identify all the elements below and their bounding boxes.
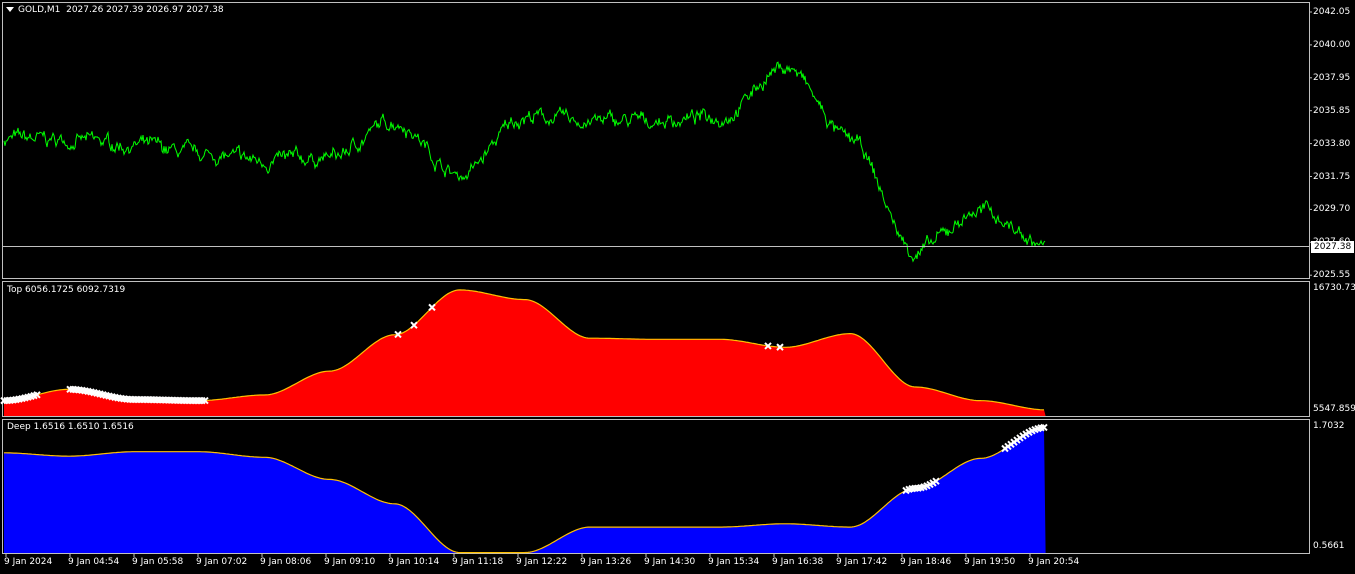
symbol-label: GOLD,M1 (18, 5, 61, 15)
top-panel-label: Top 6056.1725 6092.7319 (7, 285, 126, 295)
time-axis-label: 9 Jan 19:50 (964, 557, 1016, 567)
time-axis-label: 9 Jan 14:30 (644, 557, 696, 567)
main-panel-frame (2, 2, 1310, 279)
time-axis-label: 9 Jan 18:46 (900, 557, 952, 567)
time-axis-label: 9 Jan 08:06 (260, 557, 312, 567)
time-axis-label: 9 Jan 05:58 (132, 557, 184, 567)
time-axis-label: 9 Jan 2024 (4, 557, 53, 567)
time-axis-label: 9 Jan 10:14 (388, 557, 440, 567)
time-axis-label: 9 Jan 04:54 (68, 557, 120, 567)
deep-min-label: 0.5661 (1313, 541, 1345, 551)
top-max-label: 16730.737 (1313, 283, 1355, 293)
price-axis-label: 2033.80 (1313, 138, 1351, 149)
deep-max-label: 1.7032 (1313, 421, 1345, 431)
time-axis-label: 9 Jan 20:54 (1028, 557, 1080, 567)
time-axis-label: 9 Jan 11:18 (452, 557, 504, 567)
time-axis-label: 9 Jan 16:38 (772, 557, 824, 567)
price-axis-label: 2035.85 (1313, 105, 1351, 116)
price-axis-label: 2029.70 (1313, 204, 1351, 215)
trading-chart[interactable] (0, 0, 1355, 574)
time-axis-label: 9 Jan 17:42 (836, 557, 888, 567)
gold-price-line (3, 61, 1046, 263)
ohlc-values: 2027.26 2027.39 2026.97 2027.38 (66, 5, 224, 15)
price-axis-label: 2037.95 (1313, 72, 1351, 83)
current-price-tag: 2027.38 (1311, 241, 1355, 253)
top-min-label: 5547.8598 (1313, 404, 1355, 414)
price-axis-label: 2031.75 (1313, 171, 1351, 182)
deep-indicator-area (4, 427, 1046, 553)
time-axis-label: 9 Jan 12:22 (516, 557, 568, 567)
time-axis-label: 9 Jan 09:10 (324, 557, 376, 567)
dropdown-triangle-icon[interactable] (6, 7, 14, 12)
main-panel-title[interactable]: GOLD,M1 2027.26 2027.39 2026.97 2027.38 (6, 5, 224, 16)
time-axis-label: 9 Jan 13:26 (580, 557, 632, 567)
deep-panel-label: Deep 1.6516 1.6510 1.6516 (7, 422, 134, 432)
price-axis-label: 2025.55 (1313, 270, 1351, 281)
price-axis-label: 2042.05 (1313, 7, 1351, 17)
time-axis-label: 9 Jan 07:02 (196, 557, 248, 567)
time-axis-label: 9 Jan 15:34 (708, 557, 760, 567)
price-axis-label: 2040.00 (1313, 39, 1351, 50)
